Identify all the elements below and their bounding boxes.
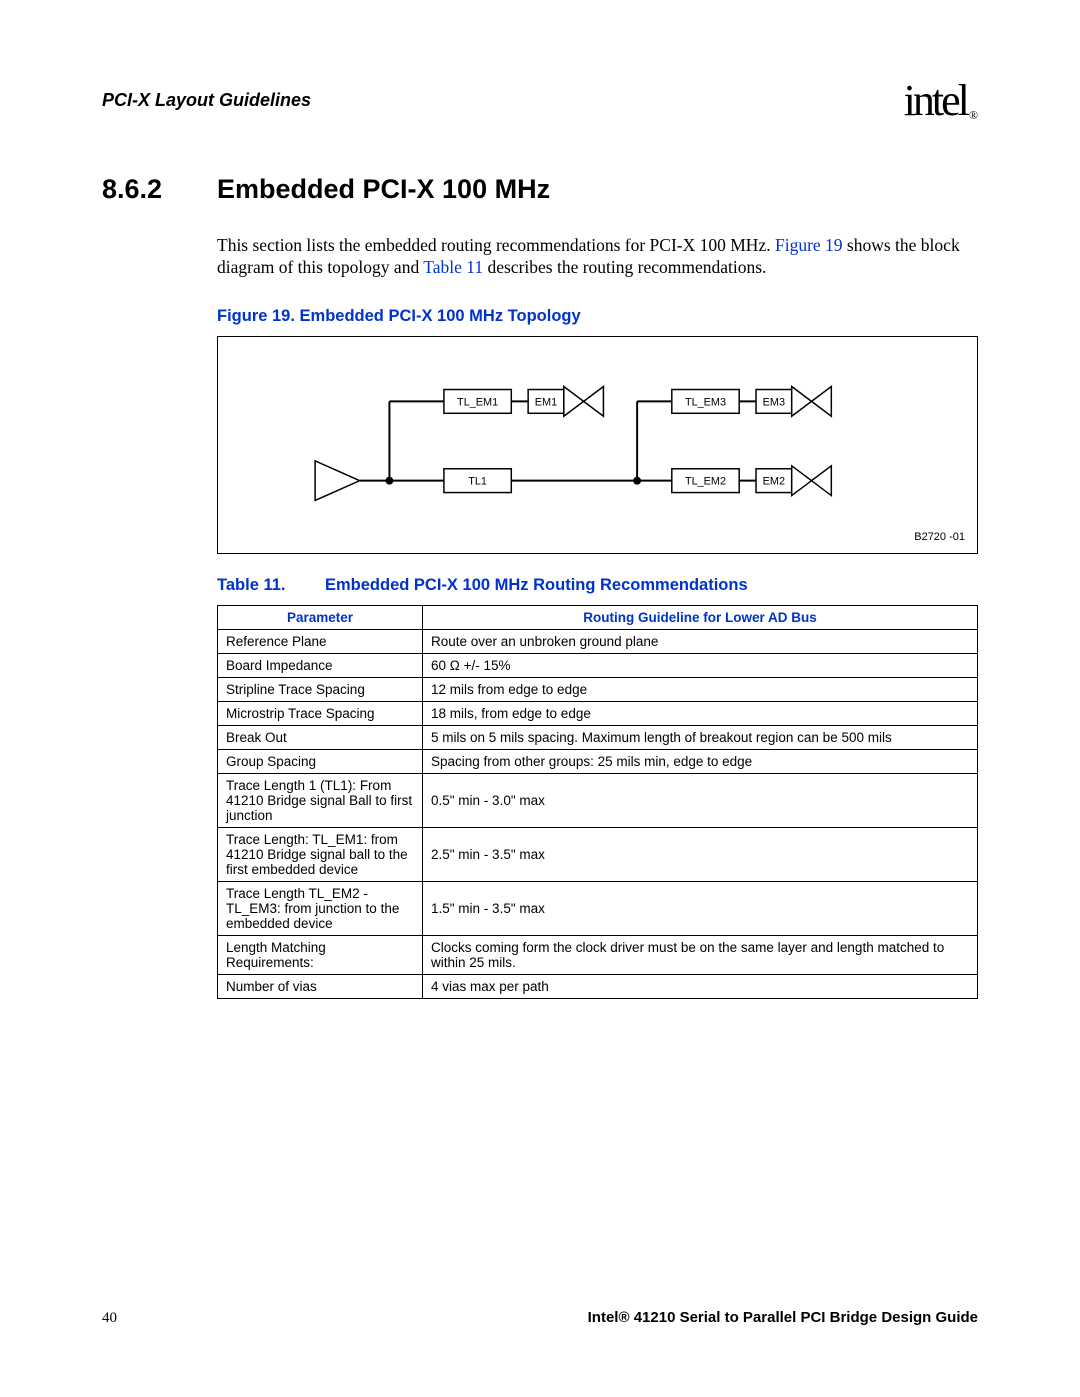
buffer-icon: [564, 386, 584, 416]
label-em1: EM1: [535, 396, 557, 408]
intel-logo: intel®: [904, 75, 978, 126]
figure-link[interactable]: Figure 19: [775, 235, 843, 255]
label-tl-em2: TL_EM2: [685, 475, 726, 487]
label-em2: EM2: [763, 475, 785, 487]
figure-id-label: B2720 -01: [914, 531, 965, 543]
figure-caption: Figure 19. Embedded PCI-X 100 MHz Topolo…: [217, 307, 978, 326]
buffer-icon: [812, 466, 832, 496]
buffer-icon: [792, 386, 812, 416]
table-row: Trace Length TL_EM2 - TL_EM3: from junct…: [218, 881, 978, 935]
label-em3: EM3: [763, 396, 785, 408]
diagram-svg: TL_EM1 EM1 TL1 TL_EM3 EM3: [218, 337, 977, 553]
table-row: Trace Length: TL_EM1: from 41210 Bridge …: [218, 827, 978, 881]
label-tl-em1: TL_EM1: [457, 396, 498, 408]
logo-text: intel: [904, 76, 967, 125]
label-tl-em3: TL_EM3: [685, 396, 726, 408]
running-header-title: PCI-X Layout Guidelines: [102, 90, 311, 111]
section-heading: 8.6.2 Embedded PCI-X 100 MHz: [102, 174, 978, 205]
buffer-icon: [792, 466, 812, 496]
logo-registered-icon: ®: [969, 108, 978, 122]
page-footer: 40 Intel® 41210 Serial to Parallel PCI B…: [102, 1309, 978, 1327]
label-tl1: TL1: [468, 475, 487, 487]
table-row: Group SpacingSpacing from other groups: …: [218, 749, 978, 773]
topology-diagram: TL_EM1 EM1 TL1 TL_EM3 EM3: [217, 336, 978, 554]
text-run: describes the routing recommendations.: [483, 257, 766, 277]
col-guideline: Routing Guideline for Lower AD Bus: [423, 605, 978, 629]
table-row: Stripline Trace Spacing12 mils from edge…: [218, 677, 978, 701]
table-link[interactable]: Table 11: [423, 257, 483, 277]
table-row: Break Out5 mils on 5 mils spacing. Maxim…: [218, 725, 978, 749]
text-run: This section lists the embedded routing …: [217, 235, 775, 255]
driver-icon: [315, 461, 360, 501]
table-row: Length Matching Requirements:Clocks comi…: [218, 935, 978, 974]
page-number: 40: [102, 1310, 117, 1327]
table-row: Reference PlaneRoute over an unbroken gr…: [218, 629, 978, 653]
table-header-row: Parameter Routing Guideline for Lower AD…: [218, 605, 978, 629]
intro-paragraph: This section lists the embedded routing …: [217, 235, 978, 279]
col-parameter: Parameter: [218, 605, 423, 629]
table-title-text: Embedded PCI-X 100 MHz Routing Recommend…: [325, 576, 748, 595]
recommendations-table: Parameter Routing Guideline for Lower AD…: [217, 605, 978, 999]
table-number: Table 11.: [217, 576, 325, 595]
buffer-icon: [584, 386, 604, 416]
table-row: Trace Length 1 (TL1): From 41210 Bridge …: [218, 773, 978, 827]
section-number: 8.6.2: [102, 174, 217, 205]
table-row: Number of vias4 vias max per path: [218, 974, 978, 998]
section-title: Embedded PCI-X 100 MHz: [217, 174, 550, 205]
header: PCI-X Layout Guidelines intel®: [102, 75, 978, 126]
table-row: Microstrip Trace Spacing18 mils, from ed…: [218, 701, 978, 725]
buffer-icon: [812, 386, 832, 416]
table-caption: Table 11. Embedded PCI-X 100 MHz Routing…: [217, 576, 978, 595]
page-root: PCI-X Layout Guidelines intel® 8.6.2 Emb…: [0, 0, 1080, 1397]
document-title: Intel® 41210 Serial to Parallel PCI Brid…: [588, 1309, 978, 1326]
table-row: Board Impedance60 Ω +/- 15%: [218, 653, 978, 677]
